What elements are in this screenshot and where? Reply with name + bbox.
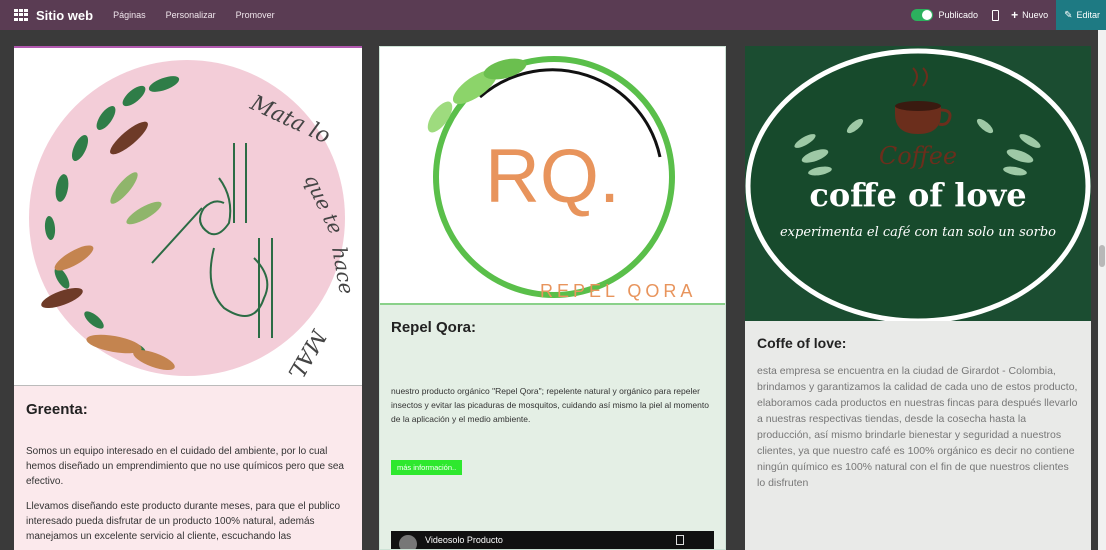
edit-button[interactable]: ✎ Editar <box>1056 0 1106 30</box>
menu-paginas[interactable]: Páginas <box>113 10 146 20</box>
card-title: Coffe of love: <box>757 335 847 351</box>
coffe-of-love-logo: Coffee coffe of love experimenta el café… <box>745 46 1091 321</box>
card-paragraph: nuestro producto orgánico "Repel Qora"; … <box>391 386 709 424</box>
video-title: Videosolo Producto <box>425 535 503 545</box>
publish-toggle[interactable] <box>910 9 933 21</box>
edit-button-label: Editar <box>1076 10 1100 20</box>
coffe-of-love-wordmark: coffe of love <box>809 176 1026 214</box>
card-paragraph: Llevamos diseñando este producto durante… <box>26 501 341 542</box>
plus-icon[interactable]: + <box>1011 8 1018 22</box>
video-embed[interactable]: Videosolo Producto <box>391 531 714 549</box>
navbar-actions: Publicado + Nuevo ✎ Editar <box>910 0 1106 30</box>
card-repel-qora: RQ. REPEL QORA Repel Qora: nuestro produ… <box>379 46 726 550</box>
card-title: Greenta: <box>26 401 88 418</box>
mobile-preview-icon[interactable] <box>992 9 1000 21</box>
card-coffe-of-love: Coffee coffe of love experimenta el café… <box>745 46 1091 550</box>
video-avatar <box>399 535 417 549</box>
new-button[interactable]: Nuevo <box>1022 10 1048 20</box>
menu-personalizar[interactable]: Personalizar <box>166 10 216 20</box>
repel-qora-body: Repel Qora: nuestro producto orgánico "R… <box>380 305 725 549</box>
coffe-of-love-tagline: experimenta el café con tan solo un sorb… <box>780 225 1056 240</box>
pencil-icon: ✎ <box>1064 9 1073 21</box>
page-scrollbar[interactable] <box>1098 30 1106 550</box>
more-info-button[interactable]: más información.. <box>391 460 463 475</box>
coffee-script-mark: Coffee <box>879 142 957 170</box>
greenta-logo: Mata lo que te hace MAL <box>14 48 362 386</box>
greenta-logo-graphic: Mata lo que te hace MAL <box>29 60 359 383</box>
card-paragraph: esta empresa se encuentra en la ciudad d… <box>757 365 1078 489</box>
top-navbar: Sitio web Páginas Personalizar Promover … <box>0 0 1106 30</box>
app-brand[interactable]: Sitio web <box>36 8 93 23</box>
apps-grid-icon[interactable] <box>14 9 28 21</box>
scrollbar-thumb[interactable] <box>1099 245 1105 267</box>
repel-qora-mark: RQ. <box>485 134 620 219</box>
coffe-of-love-logo-graphic: Coffee coffe of love experimenta el café… <box>745 46 1091 321</box>
greenta-body: Greenta: Somos un equipo interesado en e… <box>14 386 362 550</box>
card-paragraph: Somos un equipo interesado en el cuidado… <box>26 446 344 487</box>
copy-link-icon[interactable] <box>676 535 684 545</box>
repel-qora-logo: RQ. REPEL QORA <box>380 47 725 305</box>
repel-qora-wordmark: REPEL QORA <box>540 281 696 301</box>
card-title: Repel Qora: <box>391 319 477 336</box>
menu-promover[interactable]: Promover <box>236 10 275 20</box>
publish-label[interactable]: Publicado <box>939 10 979 20</box>
card-greenta: Mata lo que te hace MAL Greenta: Somos u… <box>14 46 362 550</box>
repel-qora-logo-graphic: RQ. REPEL QORA <box>427 56 696 301</box>
svg-text:hace: hace <box>327 245 359 296</box>
coffe-of-love-body: Coffe of love: esta empresa se encuentra… <box>745 321 1091 550</box>
